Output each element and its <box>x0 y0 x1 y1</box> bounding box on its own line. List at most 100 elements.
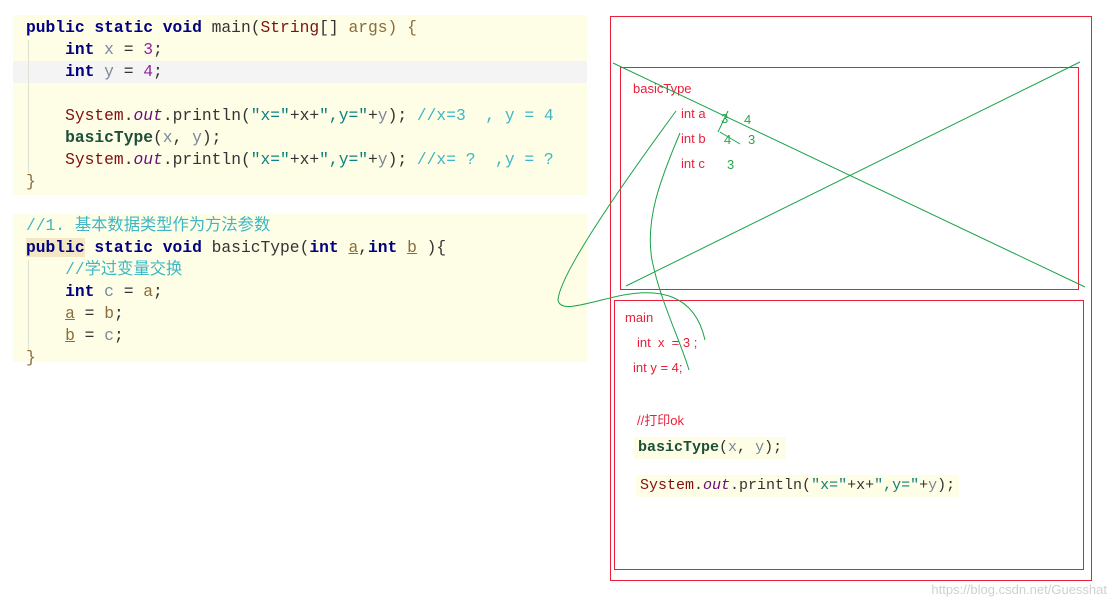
code-token: //学过变量交换 <box>26 260 183 279</box>
code-line: //学过变量交换 <box>26 259 446 281</box>
code-token: +x+ <box>289 150 320 169</box>
code-line: a = b; <box>26 303 446 325</box>
code-line: int x = 3; <box>26 39 554 61</box>
code-token: ); <box>387 150 417 169</box>
code-token: ; <box>153 282 163 301</box>
code-line: int c = a; <box>26 281 446 303</box>
code-token: . <box>694 477 704 494</box>
code-token: ; <box>153 40 163 59</box>
c-value: 3 <box>727 157 735 172</box>
code-token: y <box>192 128 202 147</box>
code-token: //x= ? ,y = ? <box>416 150 554 169</box>
var-int-c: int c <box>681 156 705 171</box>
code-token: y <box>755 439 765 456</box>
code-token: int <box>26 62 105 81</box>
code-token: //1. 基本数据类型作为方法参数 <box>26 216 271 235</box>
code-token: basicType <box>638 439 720 456</box>
code-token: "x=" <box>250 150 290 169</box>
code-token: [] <box>319 18 349 37</box>
code-token: public static void <box>26 18 212 37</box>
code-token: 3 <box>143 40 154 59</box>
code-token: ( <box>153 128 163 147</box>
code-token: ) { <box>387 18 417 37</box>
basic-type-stack-frame <box>620 67 1079 290</box>
code-token: c <box>104 282 114 301</box>
code-token: +x+ <box>289 106 320 125</box>
code-token: . <box>123 150 134 169</box>
code-token: a <box>65 304 75 323</box>
code-line: } <box>26 347 446 369</box>
code-token: basicType <box>26 128 154 147</box>
a-new-value: 4 <box>744 112 752 127</box>
code-line: int y = 4; <box>26 61 554 83</box>
code-token: public <box>26 238 85 257</box>
code-token: int <box>368 238 408 257</box>
code-token: +x+ <box>847 477 875 494</box>
code-token: y <box>104 62 114 81</box>
code-token: ( <box>299 238 310 257</box>
code-line: //1. 基本数据类型作为方法参数 <box>26 215 446 237</box>
code-token: = <box>74 326 105 345</box>
a-old-value: 3 <box>721 111 729 126</box>
code-token: System <box>640 477 695 494</box>
snippet-println: System.out.println("x="+x+",y="+y); <box>636 475 960 497</box>
code-token: out <box>133 106 163 125</box>
b-new-value: 3 <box>748 132 756 147</box>
code-token: 4 <box>143 62 154 81</box>
code-line: } <box>26 171 554 193</box>
code-token: basicType <box>211 238 300 257</box>
code-token: //x=3 , y = 4 <box>416 106 554 125</box>
code-main-method: public static void main(String[] args) {… <box>26 17 554 193</box>
code-token: ); <box>764 439 783 456</box>
code-token: int <box>309 238 349 257</box>
code-token: y <box>377 150 388 169</box>
code-token: x <box>104 40 114 59</box>
var-int-a: int a <box>681 106 706 121</box>
var-int-x: int x = 3 ; <box>637 335 698 350</box>
code-token: int <box>26 282 105 301</box>
code-token: y <box>928 477 938 494</box>
code-token: "x=" <box>250 106 290 125</box>
code-token: + <box>368 106 378 125</box>
code-token: x <box>728 439 738 456</box>
code-token: = <box>113 40 144 59</box>
basic-type-frame-title: basicType <box>633 81 692 96</box>
code-token: x <box>162 128 173 147</box>
code-token: String <box>260 18 320 37</box>
code-token: c <box>104 326 114 345</box>
code-token: ",y=" <box>874 477 920 494</box>
code-basic-type-method: //1. 基本数据类型作为方法参数 public static void basi… <box>26 215 446 369</box>
var-int-y: int y = 4; <box>633 360 683 375</box>
code-token: ; <box>113 304 124 323</box>
code-token: } <box>26 348 36 367</box>
code-line: public static void basicType(int a,int b… <box>26 237 446 259</box>
var-int-b: int b <box>681 131 706 146</box>
code-line: public static void main(String[] args) { <box>26 17 554 39</box>
code-token: ); <box>201 128 222 147</box>
code-line: System.out.println("x="+x+",y="+y); //x=… <box>26 149 554 171</box>
code-token: ); <box>937 477 956 494</box>
code-token: b <box>65 326 75 345</box>
code-token: static void <box>84 238 212 257</box>
code-token: + <box>368 150 378 169</box>
code-line: basicType(x, y); <box>26 127 554 149</box>
code-token: System <box>26 150 124 169</box>
code-token: ( <box>250 18 261 37</box>
code-token: .println( <box>162 106 251 125</box>
code-line: System.out.println("x="+x+",y="+y); //x=… <box>26 105 554 127</box>
watermark: https://blog.csdn.net/Guesshat <box>931 582 1107 597</box>
code-token: System <box>26 106 124 125</box>
code-token: , <box>358 238 369 257</box>
code-token: = <box>113 282 144 301</box>
code-token: out <box>133 150 163 169</box>
code-token: } <box>26 172 36 191</box>
code-token: main <box>211 18 251 37</box>
code-token: ",y=" <box>319 106 369 125</box>
code-token: .println( <box>162 150 251 169</box>
code-token: int <box>26 40 105 59</box>
code-token: b <box>104 304 114 323</box>
code-token: ( <box>719 439 729 456</box>
